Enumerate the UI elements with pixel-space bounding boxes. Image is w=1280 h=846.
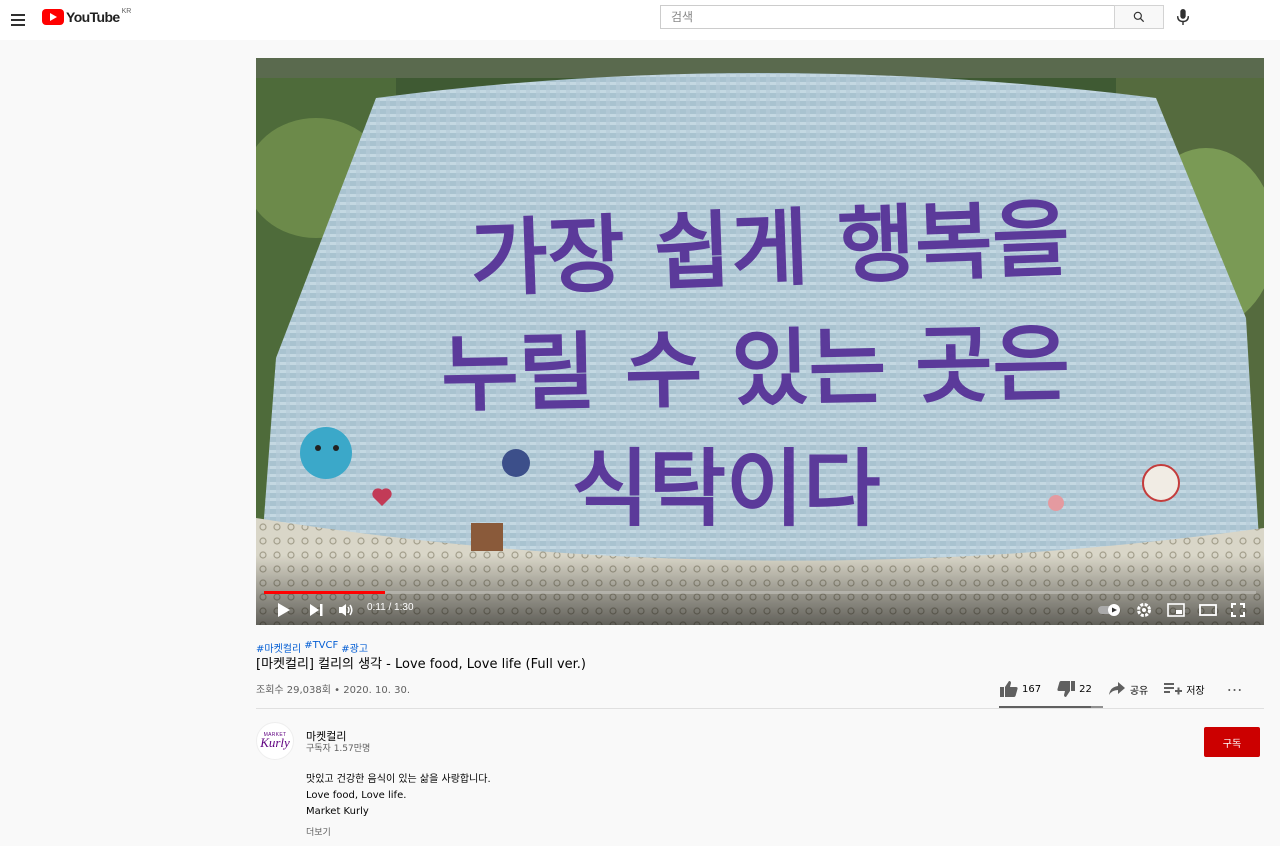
- theater-mode-button[interactable]: [1196, 598, 1220, 622]
- show-more-link[interactable]: 더보기: [306, 825, 331, 838]
- play-button[interactable]: [272, 598, 296, 622]
- logo-text: YouTube: [66, 9, 120, 25]
- video-description: 맛있고 건강한 음식이 있는 삶을 사랑합니다. Love food, Love…: [306, 772, 491, 820]
- dislike-button[interactable]: 22: [1057, 681, 1092, 697]
- like-count: 167: [1022, 683, 1042, 695]
- share-button[interactable]: 공유: [1108, 682, 1148, 697]
- time-display: 0:11 / 1:30: [367, 602, 414, 613]
- banner-line-1: 가장 쉽게 행복을: [469, 190, 1072, 309]
- cup-illustration: [1142, 464, 1180, 502]
- subscribe-button[interactable]: 구독: [1204, 727, 1260, 757]
- next-button[interactable]: [304, 598, 328, 622]
- skip-next-icon: [310, 604, 323, 616]
- video-frame: 가장 쉽게 행복을 누릴 수 있는 곳은 식탁이다: [256, 58, 1264, 625]
- gear-icon: [1137, 603, 1151, 617]
- progress-fill: [264, 591, 386, 594]
- flower-illustration: [1048, 495, 1064, 511]
- video-player[interactable]: 가장 쉽게 행복을 누릴 수 있는 곳은 식탁이다 0:11 / 1:30: [256, 58, 1264, 625]
- save-button[interactable]: 저장: [1164, 682, 1205, 697]
- cat-illustration: [300, 427, 352, 479]
- like-button[interactable]: 167: [1000, 681, 1041, 697]
- autoplay-toggle[interactable]: [1096, 598, 1124, 622]
- youtube-logo[interactable]: YouTube KR: [42, 7, 132, 25]
- settings-button[interactable]: [1132, 598, 1156, 622]
- miniplayer-button[interactable]: [1164, 598, 1188, 622]
- banner-line-3: 식탁이다: [571, 440, 880, 538]
- fullscreen-button[interactable]: [1226, 598, 1250, 622]
- share-label: 공유: [1129, 685, 1149, 697]
- share-icon: [1108, 682, 1125, 695]
- banner-line-2: 누릴 수 있는 곳은: [440, 315, 1070, 424]
- description-line: 맛있고 건강한 음식이 있는 삶을 사랑합니다.: [306, 774, 491, 785]
- progress-bar[interactable]: [264, 591, 1256, 594]
- divider: [256, 708, 1264, 709]
- fullscreen-icon: [1231, 603, 1245, 617]
- miniplayer-icon: [1167, 603, 1185, 617]
- play-icon: [278, 603, 290, 617]
- avatar-small-text: MARKET: [263, 732, 287, 738]
- subscriber-count: 구독자 1.57만명: [306, 744, 371, 754]
- region-label: KR: [121, 7, 132, 15]
- video-title: [마켓컬리] 컬리의 생각 - Love food, Love life (Fu…: [256, 657, 586, 672]
- description-line: Love food, Love life.: [306, 790, 407, 801]
- youtube-play-icon: [42, 9, 64, 25]
- video-meta: 조회수 29,038회 • 2020. 10. 30.: [256, 685, 411, 696]
- channel-avatar[interactable]: MARKET Kurly: [256, 722, 294, 760]
- search-bar: [660, 5, 1164, 29]
- thumbs-up-icon: [1000, 681, 1018, 697]
- thumbs-down-icon: [1057, 681, 1076, 697]
- menu-icon[interactable]: [6, 8, 30, 32]
- microphone-icon: [1176, 9, 1190, 25]
- theater-mode-icon: [1199, 604, 1217, 616]
- more-horiz-icon: ⋯: [1226, 679, 1243, 699]
- masthead: YouTube KR: [0, 0, 1280, 40]
- berry-illustration: [502, 449, 530, 477]
- volume-button[interactable]: [334, 598, 358, 622]
- volume-icon: [339, 604, 353, 616]
- playlist-add-icon: [1164, 683, 1183, 695]
- search-button[interactable]: [1114, 5, 1164, 29]
- more-actions-button[interactable]: ⋯: [1227, 680, 1243, 699]
- dislike-count: 22: [1079, 683, 1092, 695]
- autoplay-toggle-icon: [1098, 604, 1120, 616]
- description-line: Market Kurly: [306, 806, 369, 817]
- search-icon: [1133, 11, 1145, 23]
- save-label: 저장: [1186, 685, 1205, 697]
- search-input[interactable]: [660, 5, 1114, 29]
- voice-search-button[interactable]: [1172, 6, 1194, 28]
- action-bar: 167 22 공유 저장 ⋯: [1000, 677, 1243, 701]
- cupcake-illustration: [471, 523, 503, 551]
